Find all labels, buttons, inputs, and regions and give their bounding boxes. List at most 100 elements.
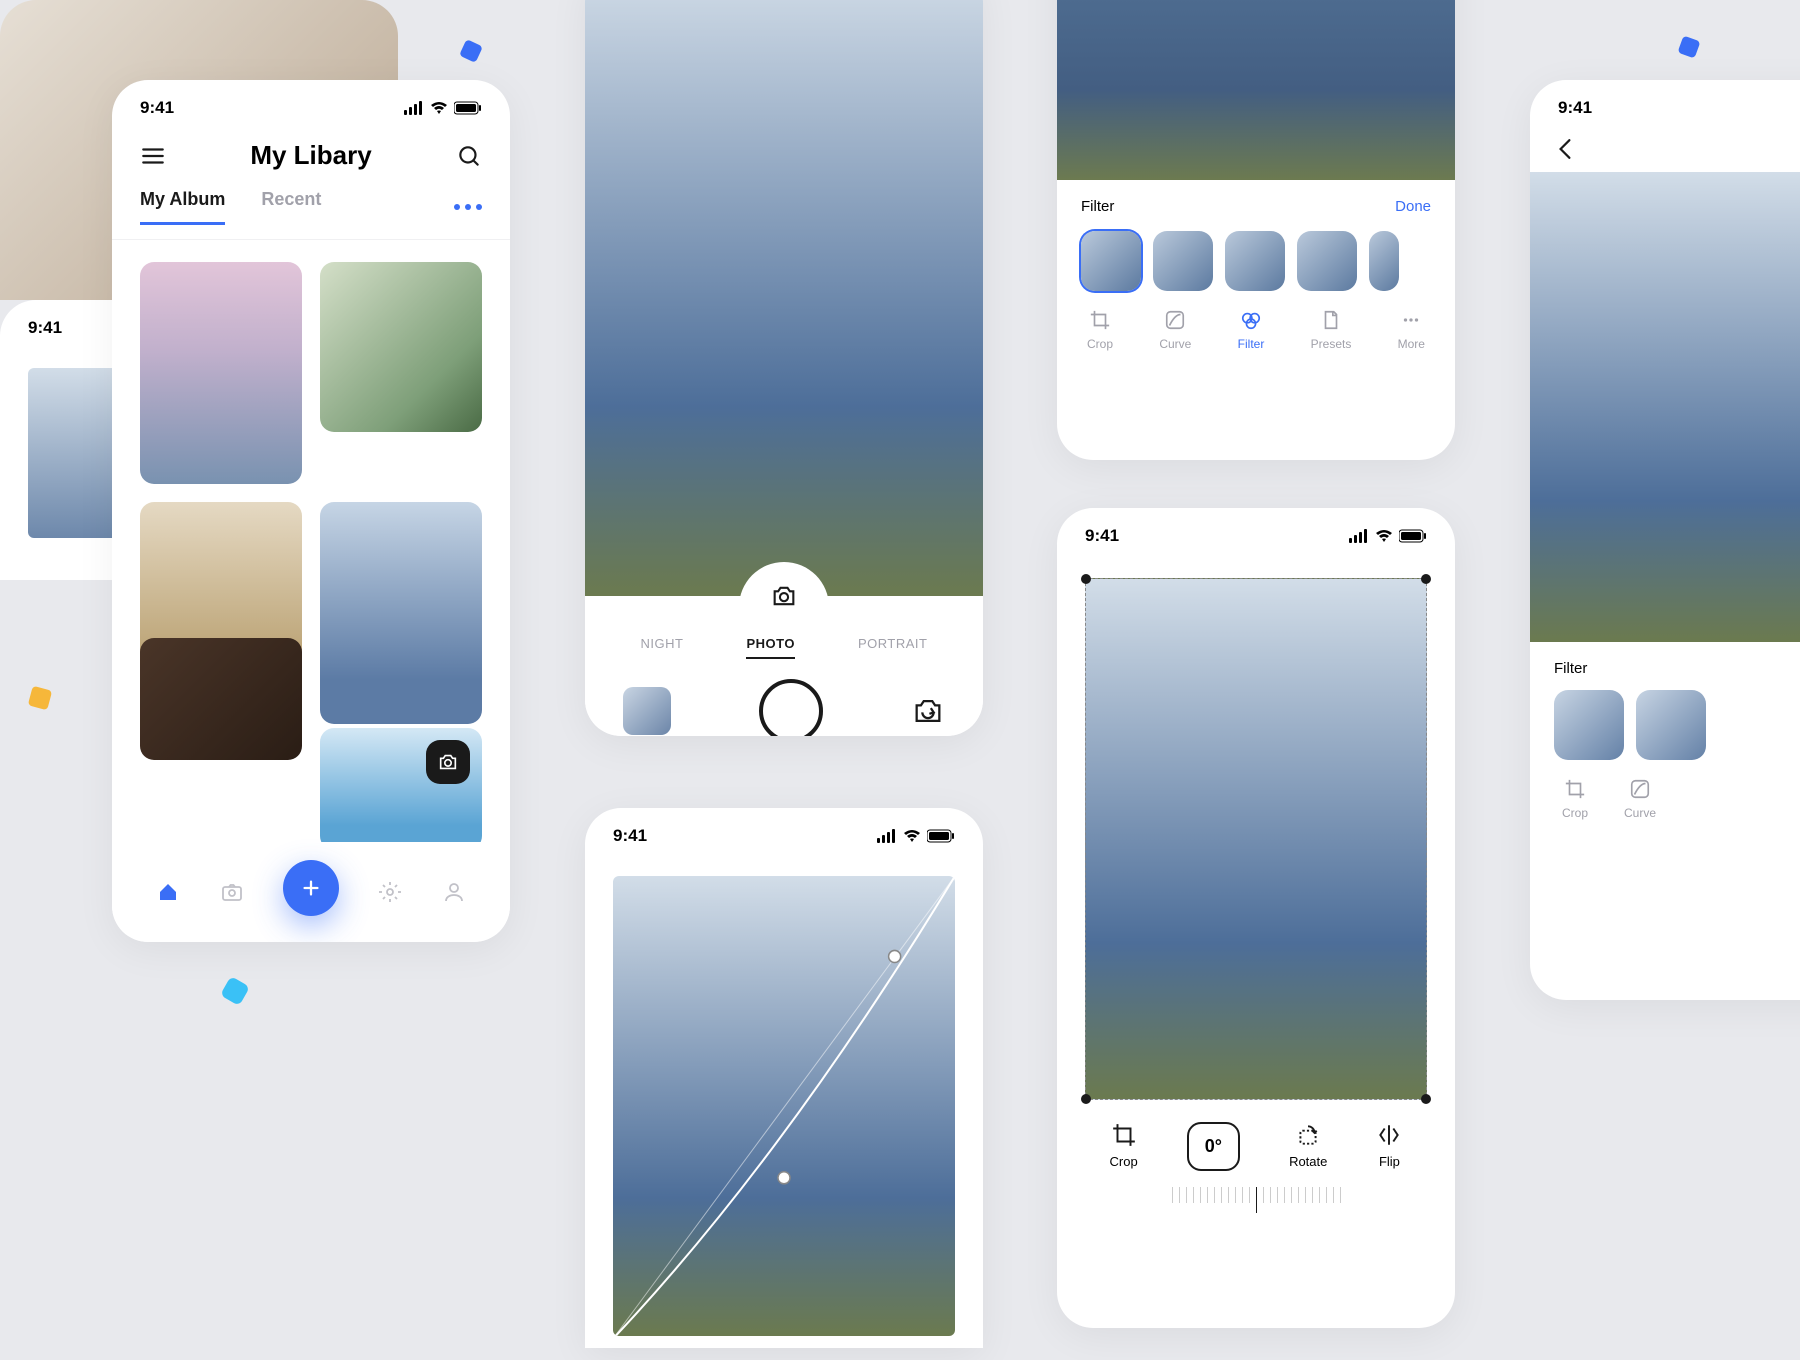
edit-screen-partial: 9:41 Filter Crop Curve (1530, 80, 1800, 1000)
add-button[interactable] (283, 860, 339, 916)
photo-thumbnail[interactable] (140, 638, 302, 760)
battery-icon (927, 829, 955, 843)
status-bar: 9:41 (1530, 80, 1800, 126)
camera-icon (437, 751, 459, 773)
filter-thumbnails (1081, 231, 1431, 291)
curve-overlay[interactable] (613, 876, 955, 1336)
filter-label: Filter (1554, 660, 1587, 677)
tab-more-icon[interactable] (454, 204, 482, 210)
nav-home-icon[interactable] (155, 879, 181, 905)
camera-viewfinder (585, 0, 983, 596)
tool-rotate[interactable]: Rotate (1289, 1122, 1327, 1171)
photo-grid (112, 240, 510, 850)
camera-screen: NIGHT PHOTO PORTRAIT (585, 0, 983, 736)
filter-option[interactable] (1297, 231, 1357, 291)
mode-night[interactable]: NIGHT (641, 636, 684, 659)
crop-frame[interactable] (1085, 578, 1427, 1100)
crop-handle[interactable] (1081, 574, 1091, 584)
wifi-icon (1375, 529, 1393, 543)
decorative-shape (459, 39, 483, 63)
signal-icon (877, 829, 897, 843)
mode-portrait[interactable]: PORTRAIT (858, 636, 928, 659)
filter-option[interactable] (1153, 231, 1213, 291)
tool-filter[interactable]: Filter (1238, 309, 1265, 351)
rotation-ruler[interactable] (1057, 1171, 1455, 1229)
camera-icon (770, 582, 798, 610)
flip-camera-icon[interactable] (911, 694, 945, 728)
crop-tools: Crop 0° Rotate Flip (1057, 1100, 1455, 1171)
crop-screen: 9:41 Crop 0° Rotate Flip (1057, 508, 1455, 1328)
tab-recent[interactable]: Recent (261, 189, 321, 225)
crop-handle[interactable] (1421, 1094, 1431, 1104)
tool-presets[interactable]: Presets (1311, 309, 1352, 351)
filter-label: Filter (1081, 198, 1114, 215)
nav-settings-icon[interactable] (377, 879, 403, 905)
library-screen: 9:41 My Libary My Album Recent (112, 80, 510, 942)
filter-preview (1057, 0, 1455, 180)
camera-modes: NIGHT PHOTO PORTRAIT (585, 636, 983, 669)
done-button[interactable]: Done (1395, 198, 1431, 215)
status-icons (877, 829, 955, 843)
search-icon[interactable] (456, 143, 482, 169)
decorative-shape (220, 976, 250, 1006)
curve-screen: 9:41 (585, 808, 983, 1348)
photo-thumbnail[interactable] (140, 262, 302, 484)
wifi-icon (430, 101, 448, 115)
tool-crop[interactable]: Crop (1562, 778, 1588, 820)
tool-flip[interactable]: Flip (1376, 1122, 1402, 1171)
nav-camera-icon[interactable] (219, 879, 245, 905)
status-bar: 9:41 (112, 80, 510, 126)
filter-thumbnails (1554, 690, 1800, 760)
status-time: 9:41 (28, 318, 62, 338)
mode-photo[interactable]: PHOTO (746, 636, 795, 659)
battery-icon (1399, 529, 1427, 543)
library-tabs: My Album Recent (112, 189, 510, 240)
status-time: 9:41 (1558, 98, 1592, 118)
filter-option[interactable] (1369, 231, 1399, 291)
filter-option[interactable] (1554, 690, 1624, 760)
status-time: 9:41 (140, 98, 174, 118)
tool-curve[interactable]: Curve (1624, 778, 1656, 820)
status-icons (1349, 529, 1427, 543)
photo-thumbnail[interactable] (320, 502, 482, 724)
status-bar: 9:41 (585, 808, 983, 854)
filter-option[interactable] (1081, 231, 1141, 291)
crop-handle[interactable] (1421, 574, 1431, 584)
filter-option[interactable] (1636, 690, 1706, 760)
battery-icon (454, 101, 482, 115)
wifi-icon (903, 829, 921, 843)
tool-more[interactable]: More (1398, 309, 1425, 351)
camera-button[interactable] (426, 740, 470, 784)
shutter-button[interactable] (759, 679, 823, 736)
curve-preview (613, 876, 955, 1336)
filter-screen: Filter Done Crop Curve Filter Presets Mo… (1057, 0, 1455, 460)
library-header: My Libary (112, 126, 510, 189)
status-time: 9:41 (613, 826, 647, 846)
tool-crop[interactable]: Crop (1110, 1122, 1138, 1171)
status-time: 9:41 (1085, 526, 1119, 546)
edit-tools: Crop Curve Filter Presets More (1081, 309, 1431, 351)
nav-profile-icon[interactable] (441, 879, 467, 905)
bottom-nav (112, 842, 510, 942)
last-photo-thumbnail[interactable] (623, 687, 671, 735)
menu-icon[interactable] (140, 143, 166, 169)
photo-thumbnail[interactable] (320, 728, 482, 850)
signal-icon (1349, 529, 1369, 543)
back-button[interactable] (1530, 126, 1800, 172)
rotation-value[interactable]: 0° (1187, 1122, 1240, 1171)
status-bar: 9:41 (1057, 508, 1455, 554)
tool-curve[interactable]: Curve (1159, 309, 1191, 351)
signal-icon (404, 101, 424, 115)
filter-panel: Filter Done Crop Curve Filter Presets Mo… (1057, 180, 1455, 375)
camera-controls: NIGHT PHOTO PORTRAIT (585, 596, 983, 736)
edit-tools: Crop Curve (1554, 778, 1800, 820)
status-icons (404, 101, 482, 115)
decorative-shape (28, 686, 52, 710)
tab-my-album[interactable]: My Album (140, 189, 225, 225)
decorative-shape (1677, 35, 1700, 58)
photo-thumbnail[interactable] (320, 262, 482, 432)
crop-handle[interactable] (1081, 1094, 1091, 1104)
edit-preview (1530, 172, 1800, 642)
tool-crop[interactable]: Crop (1087, 309, 1113, 351)
filter-option[interactable] (1225, 231, 1285, 291)
